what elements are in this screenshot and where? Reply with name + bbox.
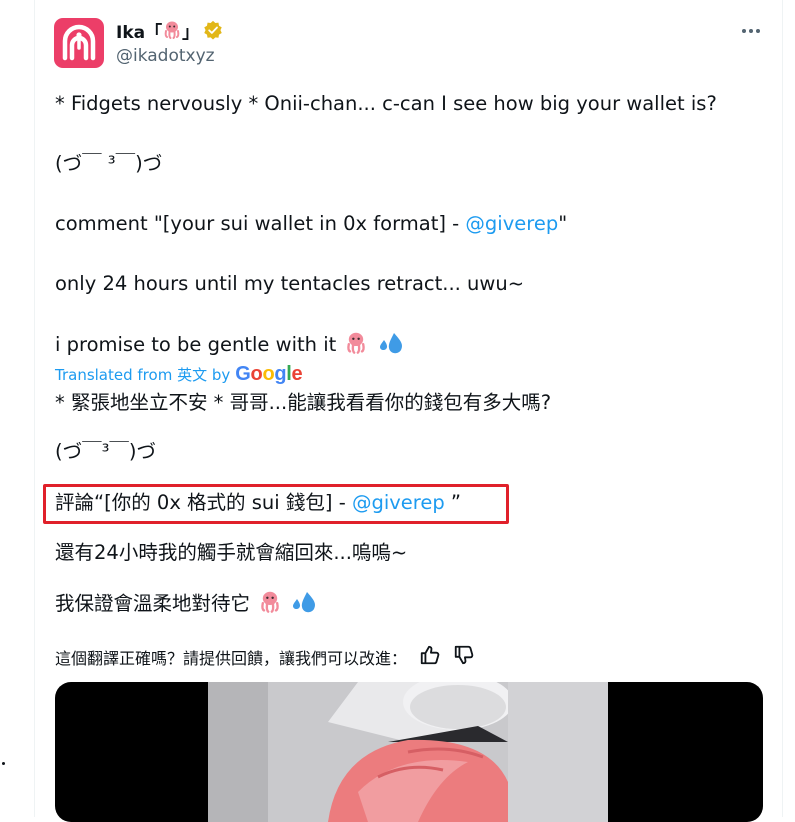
thumbs-up-button[interactable] [419,644,441,670]
original-line-1: * Fidgets nervously * Onii-chan... c-can… [55,92,717,115]
thumbs-up-icon [420,645,440,665]
author-name-row[interactable]: Ika「 」 [116,18,223,43]
original-line-2: (づ￣ ³￣)づ [55,152,163,175]
video-frame [208,682,608,822]
original-line-3-end: " [558,212,568,235]
author-handle[interactable]: @ikadotxyz [116,46,215,66]
edge-dot [2,762,5,765]
anime-character-image [208,682,608,822]
more-icon [742,29,746,33]
original-line-4: only 24 hours until my tentacles retract… [55,272,525,295]
octopus-emoji [164,21,180,39]
original-line-3: comment "[your sui wallet in 0x format] … [55,211,567,237]
ika-logo-icon [62,24,96,61]
translated-line-2: (づ￣³￣)づ [55,440,157,463]
sweat-droplets-emoji [379,333,402,354]
translated-by-note[interactable]: Translated from 英文 by Google [55,363,303,386]
more-options-button[interactable] [736,20,766,42]
author-display-name[interactable]: Ika「 [116,18,162,43]
highlight-annotation-box [43,484,509,524]
translated-line-5-text: 我保證會溫柔地對待它 [55,592,251,615]
octopus-emoji [261,591,280,613]
tweet-media-video[interactable] [55,682,763,822]
google-logo: Google [235,363,303,385]
sweat-droplets-emoji [293,592,316,613]
thumbs-down-icon [454,645,474,665]
translated-line-5: 我保證會溫柔地對待它 [55,590,318,617]
translation-feedback-question: 這個翻譯正確嗎？請提供回饋，讓我們可以改進： [55,649,408,668]
giverep-mention-link[interactable]: @giverep [465,212,558,235]
translation-feedback-row: 這個翻譯正確嗎？請提供回饋，讓我們可以改進： [55,644,475,670]
original-line-5-text: i promise to be gentle with it [55,333,337,356]
translated-line-4: 還有24小時我的觸手就會縮回來...嗚嗚~ [55,541,408,564]
verified-badge-icon [204,20,222,40]
octopus-emoji [347,332,366,354]
timeline-border-left [34,0,35,817]
timeline-border-right [782,0,783,817]
author-display-name-suffix: 」 [182,22,200,43]
original-line-3-text: comment "[your sui wallet in 0x format] … [55,212,466,235]
thumbs-down-button[interactable] [453,644,475,670]
author-avatar[interactable] [54,18,104,68]
translated-from-text: Translated from 英文 by [55,366,231,384]
original-line-5: i promise to be gentle with it [55,331,405,358]
translated-line-1: * 緊張地坐立不安 * 哥哥...能讓我看看你的錢包有多大嗎? [55,391,552,414]
